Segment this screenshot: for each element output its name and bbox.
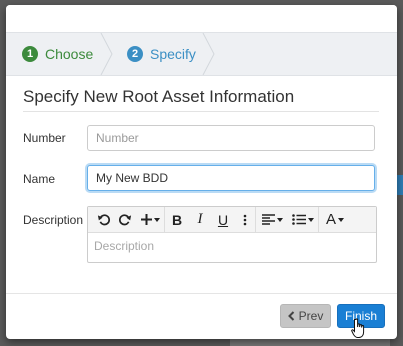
step-separator-chevron [100, 33, 113, 75]
form-title: Specify New Root Asset Information [23, 87, 295, 106]
bold-icon[interactable]: B [165, 207, 189, 232]
chevron-down-icon [276, 217, 283, 222]
chevron-down-icon [308, 217, 314, 222]
new-root-asset-dialog: 1 Choose 2 Specify Specify New Root Asse… [6, 5, 397, 339]
more-icon[interactable] [235, 207, 255, 232]
plus-icon[interactable] [136, 207, 164, 232]
step-number-badge: 2 [127, 46, 143, 62]
number-input[interactable] [87, 125, 375, 151]
step-label: Specify [150, 46, 196, 62]
wizard-steps: 1 Choose 2 Specify [6, 32, 397, 76]
editor-toolbar: B I U A [88, 207, 376, 233]
prev-label: Prev [298, 309, 324, 323]
dialog-header [6, 5, 397, 32]
wizard-step-specify[interactable]: 2 Specify [127, 33, 196, 75]
number-label: Number [23, 131, 66, 145]
step-label: Choose [45, 46, 94, 62]
description-label: Description [23, 213, 84, 227]
step-separator-chevron [202, 33, 215, 75]
underline-icon[interactable]: U [211, 207, 235, 232]
description-placeholder: Description [94, 239, 155, 253]
chevron-down-icon [338, 217, 344, 222]
background-accent [397, 175, 403, 195]
chevron-left-icon [287, 311, 294, 321]
background-content [230, 338, 390, 346]
name-input[interactable] [87, 165, 375, 191]
list-icon[interactable] [288, 207, 318, 232]
description-editor: B I U A Description [87, 206, 377, 263]
hand-pointer-cursor-icon [351, 318, 365, 338]
font-icon[interactable]: A [319, 207, 351, 232]
align-icon[interactable] [256, 207, 288, 232]
redo-icon[interactable] [114, 207, 136, 232]
prev-button[interactable]: Prev [280, 304, 331, 328]
italic-icon[interactable]: I [189, 207, 211, 232]
title-divider [23, 111, 379, 112]
undo-icon[interactable] [92, 207, 114, 232]
wizard-step-choose[interactable]: 1 Choose [22, 33, 93, 75]
chevron-down-icon [153, 217, 160, 222]
footer-divider [6, 293, 397, 294]
name-label: Name [23, 172, 56, 186]
step-number-badge: 1 [22, 46, 38, 62]
description-textarea[interactable]: Description [88, 233, 376, 259]
